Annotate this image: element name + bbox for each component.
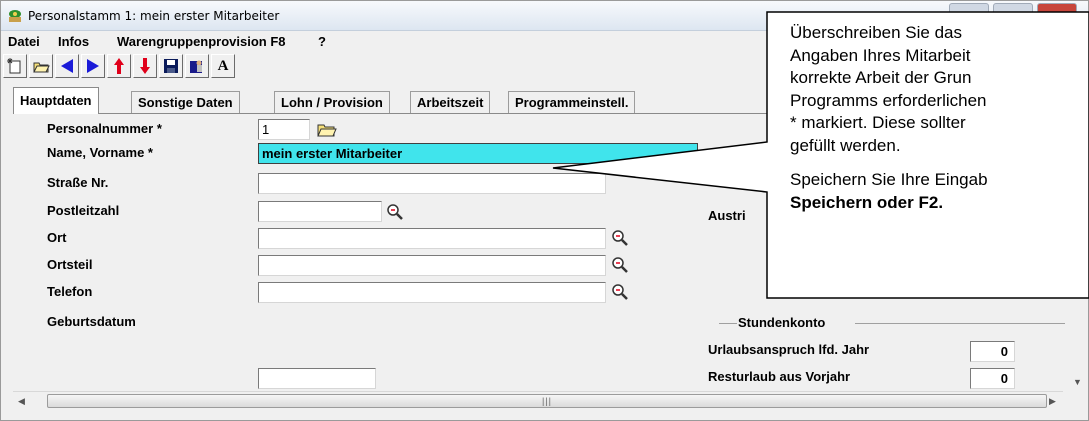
resturlaub-label: Resturlaub aus Vorjahr (708, 369, 851, 384)
callout-line-7: Speichern Sie Ihre Eingab (790, 170, 988, 189)
person-icon (190, 60, 202, 73)
urlaubsanspruch-field[interactable]: 0 (970, 341, 1015, 362)
telefon-label: Telefon (47, 284, 93, 299)
close-button[interactable] (1037, 3, 1077, 21)
tab-sonstige-daten[interactable]: Sonstige Daten (131, 91, 240, 113)
new-record-button[interactable] (3, 54, 27, 78)
postleitzahl-label: Postleitzahl (47, 203, 120, 218)
save-disk-icon (164, 59, 178, 73)
open-folder-icon (317, 124, 337, 137)
scrollbar-thumb[interactable]: ||| (47, 394, 1047, 408)
ortsteil-label: Ortsteil (47, 257, 93, 272)
geburtsdatum-label: Geburtsdatum (47, 314, 136, 329)
name-label: Name, Vorname * (47, 145, 153, 160)
toolbar: A (3, 54, 235, 80)
austritt-label-partial: Austri (708, 208, 746, 223)
menu-help[interactable]: ? (318, 34, 326, 49)
scroll-down-arrow[interactable]: ▼ (1073, 377, 1082, 387)
new-record-icon (7, 58, 21, 74)
callout-line-2: Angaben Ihres Mitarbeit (790, 45, 971, 65)
maximize-button[interactable] (993, 3, 1033, 21)
tab-programmeinstellungen[interactable]: Programmeinstell. (508, 91, 636, 113)
geburtsdatum-field[interactable] (258, 368, 376, 389)
arrow-down-icon (140, 58, 150, 74)
scroll-right-arrow[interactable]: ▶ (1049, 396, 1056, 407)
telefon-field[interactable] (258, 282, 606, 303)
scroll-left-arrow[interactable]: ◀ (18, 396, 25, 407)
personalnummer-label: Personalnummer * (47, 121, 162, 136)
font-a-icon: A (217, 57, 229, 74)
ort-field[interactable] (258, 228, 606, 249)
strasse-label: Straße Nr. (47, 175, 109, 190)
minimize-button[interactable] (949, 3, 989, 21)
postleitzahl-field[interactable] (258, 201, 382, 222)
ort-label: Ort (47, 230, 67, 245)
tab-arbeitszeit[interactable]: Arbeitszeit (410, 91, 491, 113)
magnifier-icon (612, 257, 628, 273)
app-icon (7, 9, 23, 23)
tab-lohn-provision[interactable]: Lohn / Provision (274, 91, 390, 113)
resturlaub-field[interactable]: 0 (970, 368, 1015, 389)
horizontal-scrollbar[interactable]: ◀ ||| ▶ (13, 391, 1063, 409)
move-up-button[interactable] (107, 54, 131, 78)
strasse-field[interactable] (258, 173, 606, 194)
save-button[interactable] (159, 54, 183, 78)
person-button[interactable] (185, 54, 209, 78)
ortsteil-field[interactable] (258, 255, 606, 276)
magnifier-icon (612, 284, 628, 300)
move-down-button[interactable] (133, 54, 157, 78)
stundenkonto-group-line-right (855, 323, 1065, 324)
callout-line-3: korrekte Arbeit der Grun (790, 68, 972, 87)
ortsteil-search-button[interactable] (609, 254, 631, 276)
open-folder-icon (33, 62, 50, 73)
arrow-up-icon (114, 58, 124, 74)
next-button[interactable] (81, 54, 105, 78)
magnifier-icon (387, 204, 403, 220)
telefon-search-button[interactable] (609, 281, 631, 303)
menu-infos[interactable]: Infos (58, 34, 89, 49)
callout-line-8: Speichern oder F2. (790, 192, 944, 212)
next-arrow-icon (87, 59, 99, 73)
stundenkonto-group-line-left (719, 323, 737, 324)
callout-line-4: Programms erforderlichen (790, 90, 987, 110)
personalnummer-field[interactable]: 1 (258, 119, 310, 140)
previous-arrow-icon (61, 59, 73, 73)
menu-datei[interactable]: Datei (8, 34, 40, 49)
window-title: Personalstamm 1: mein erster Mitarbeiter (28, 9, 280, 23)
ort-search-button[interactable] (609, 227, 631, 249)
callout-line-1: Überschreiben Sie das (790, 23, 962, 42)
geschlecht-label-partial: Geschl (708, 153, 752, 168)
font-button[interactable]: A (211, 54, 235, 78)
callout-line-5: * markiert. Diese sollter (790, 113, 966, 132)
postleitzahl-search-button[interactable] (384, 201, 406, 223)
name-field[interactable]: mein erster Mitarbeiter (258, 143, 698, 164)
urlaubsanspruch-label: Urlaubsanspruch lfd. Jahr (708, 342, 870, 357)
previous-button[interactable] (55, 54, 79, 78)
menu-warengruppenprovision[interactable]: Warengruppenprovision F8 (117, 34, 286, 49)
scrollbar-grip-icon: ||| (541, 396, 553, 406)
personalnummer-lookup-button[interactable] (316, 119, 338, 139)
magnifier-icon (612, 230, 628, 246)
callout-text: Überschreiben Sie das Angaben Ihres Mita… (790, 22, 1086, 302)
callout-line-6: gefüllt werden. (790, 135, 901, 155)
open-button[interactable] (29, 54, 53, 78)
stundenkonto-group-title: Stundenkonto (738, 315, 826, 330)
tab-hauptdaten[interactable]: Hauptdaten (13, 87, 99, 114)
